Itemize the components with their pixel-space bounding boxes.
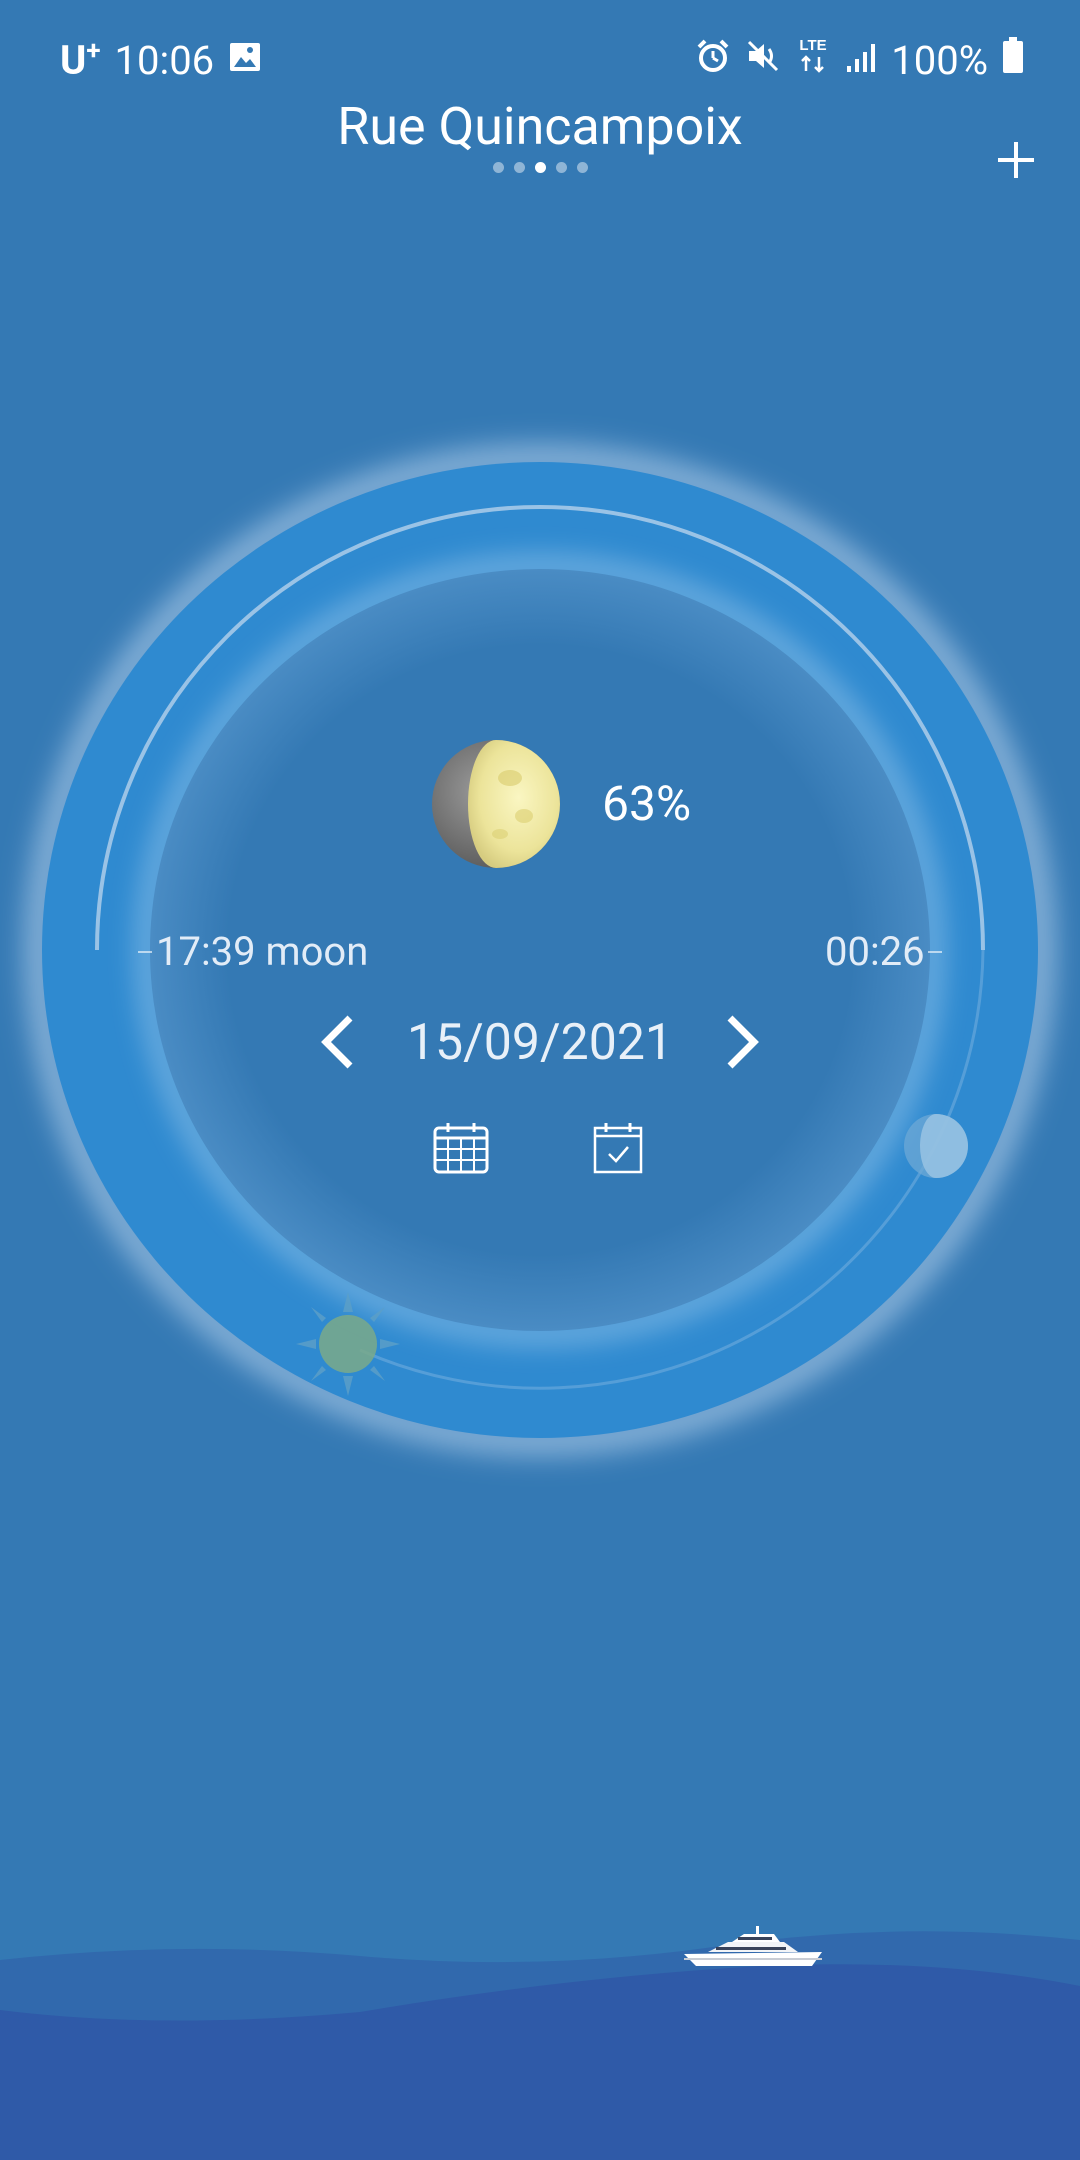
calendar-check-button[interactable]: [592, 1120, 644, 1176]
calendar-button[interactable]: [432, 1120, 490, 1176]
moon-phase-icon: [430, 738, 562, 870]
illumination-percent: 63%: [602, 775, 692, 832]
orbit-moon-icon: [902, 1112, 970, 1180]
next-day-button[interactable]: [720, 1012, 764, 1072]
set-tick: [928, 951, 942, 953]
moonrise-time: 17:39 moon: [156, 928, 369, 975]
rise-tick: [138, 951, 152, 953]
moonset-time: 00:26: [825, 928, 925, 975]
sea-waves: [0, 1931, 1080, 2160]
orbit-sun-icon: [296, 1292, 400, 1396]
chevron-right-icon: [727, 1015, 759, 1069]
calendar-check-icon: [593, 1123, 643, 1174]
boat-icon: [680, 1924, 826, 1970]
chevron-left-icon: [321, 1015, 353, 1069]
calendar-icon: [433, 1123, 489, 1174]
orbit-rings: [25, 445, 1055, 1455]
previous-day-button[interactable]: [316, 1012, 360, 1072]
selected-date[interactable]: 15/09/2021: [380, 1010, 700, 1076]
